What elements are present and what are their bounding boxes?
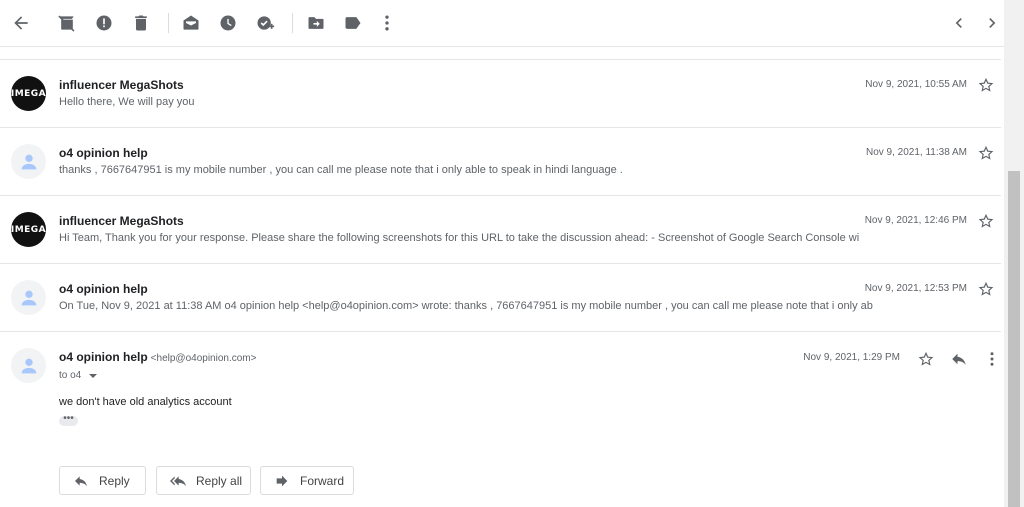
chevron-right-icon[interactable] [981,12,1003,34]
scrollbar-thumb[interactable] [1008,171,1020,507]
more-vert-icon[interactable] [983,350,1001,368]
star-icon[interactable] [977,76,995,94]
message-snippet: On Tue, Nov 9, 2021 at 11:38 AM o4 opini… [59,300,873,312]
message-date: Nov 9, 2021, 12:53 PM [864,283,967,294]
reply-icon[interactable] [950,350,968,368]
sender-line: o4 opinion help <help@o4opinion.com> [59,350,256,364]
person-icon [21,154,36,169]
labels-icon[interactable] [342,12,364,34]
collapsed-message[interactable]: o4 opinion help thanks , 7667647951 is m… [0,127,1001,195]
snooze-icon[interactable] [217,12,239,34]
reply-all-label: Reply all [196,473,243,488]
chevron-left-icon[interactable] [948,12,970,34]
mark-unread-icon[interactable] [180,12,202,34]
sender-email: <help@o4opinion.com> [150,353,257,364]
expanded-message: o4 opinion help <help@o4opinion.com> to o… [0,331,1001,507]
reply-all-icon [170,475,186,486]
scrollbar-track[interactable] [1004,0,1024,507]
avatar: IMEGA [11,212,46,247]
email-thread: IMEGA influencer MegaShots Hello there, … [0,59,1001,507]
avatar [11,144,46,179]
person-icon [21,290,36,305]
recipient-text: to o4 [59,370,82,381]
star-icon[interactable] [917,350,935,368]
back-arrow-icon[interactable] [10,12,32,34]
message-date: Nov 9, 2021, 10:55 AM [865,79,967,90]
move-to-icon[interactable] [305,12,327,34]
star-icon[interactable] [977,280,995,298]
message-date: Nov 9, 2021, 1:29 PM [803,352,900,363]
message-date: Nov 9, 2021, 11:38 AM [866,147,967,158]
reply-button[interactable]: Reply [59,466,146,495]
collapsed-message[interactable]: o4 opinion help On Tue, Nov 9, 2021 at 1… [0,263,1001,331]
star-icon[interactable] [977,212,995,230]
toolbar-divider [292,13,293,33]
show-trimmed-content-button[interactable]: ••• [59,414,78,426]
sender-name[interactable]: o4 opinion help [59,350,148,364]
forward-button[interactable]: Forward [260,466,354,495]
message-snippet: Hello there, We will pay you [59,96,195,108]
person-icon [21,358,36,373]
message-body: we don't have old analytics account [59,396,232,408]
report-spam-icon[interactable] [93,12,115,34]
forward-icon [276,475,288,486]
reply-all-button[interactable]: Reply all [156,466,251,495]
message-snippet: thanks , 7667647951 is my mobile number … [59,164,623,176]
delete-icon[interactable] [130,12,152,34]
collapsed-message[interactable]: IMEGA influencer MegaShots Hi Team, Than… [0,195,1001,263]
reply-icon [75,475,87,486]
caret-down-icon[interactable] [89,373,98,378]
avatar [11,348,46,383]
add-task-icon[interactable] [254,12,276,34]
toolbar-divider [168,13,169,33]
recipient-line: to o4 [59,370,98,381]
more-vert-icon[interactable] [376,12,398,34]
message-snippet: Hi Team, Thank you for your response. Pl… [59,232,860,244]
archive-icon[interactable] [56,12,78,34]
collapsed-message[interactable]: IMEGA influencer MegaShots Hello there, … [0,59,1001,127]
toolbar [0,0,1004,47]
sender-name: influencer MegaShots [59,78,184,92]
forward-label: Forward [300,473,345,488]
sender-name: influencer MegaShots [59,214,184,228]
reply-label: Reply [99,473,130,488]
star-icon[interactable] [977,144,995,162]
message-date: Nov 9, 2021, 12:46 PM [864,215,967,226]
sender-name: o4 opinion help [59,282,148,296]
avatar [11,280,46,315]
avatar: IMEGA [11,76,46,111]
sender-name: o4 opinion help [59,146,148,160]
